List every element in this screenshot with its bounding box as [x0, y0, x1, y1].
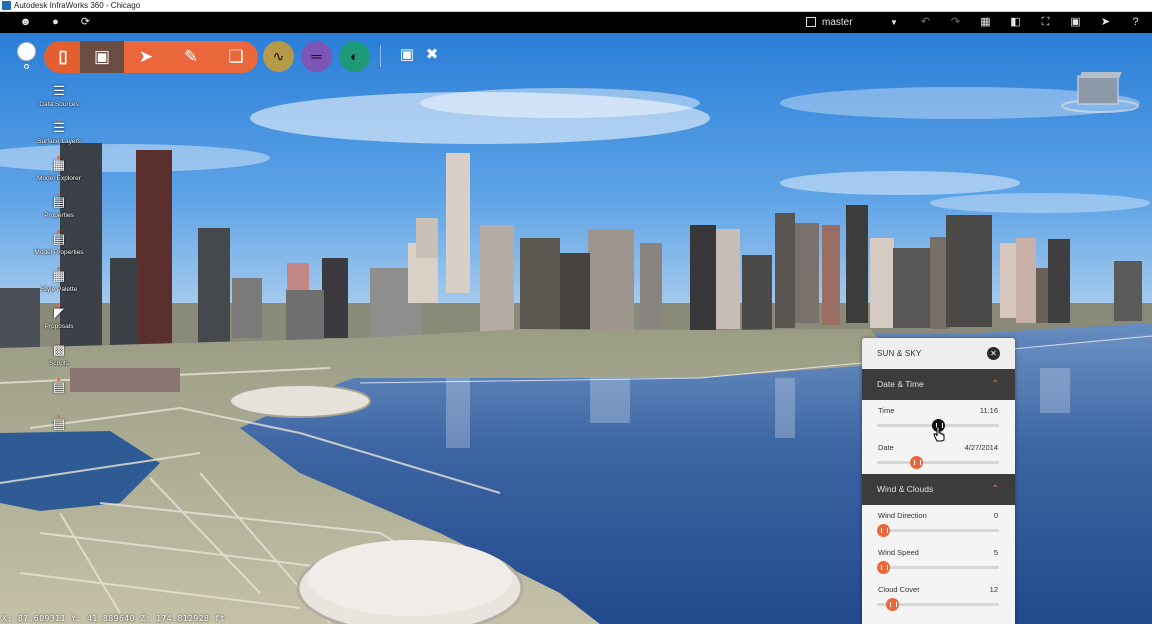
- status-dot: [57, 230, 60, 233]
- sidebar-item-label: Scripts: [49, 360, 69, 367]
- sidebar-item-generic-2[interactable]: ▤: [30, 415, 88, 449]
- select-icon[interactable]: ➤: [131, 41, 161, 73]
- fullscreen-icon[interactable]: ⛶: [1038, 15, 1053, 30]
- close-icon[interactable]: ✕: [987, 347, 1000, 360]
- globe-icon[interactable]: ●: [48, 15, 63, 30]
- status-dot: [57, 156, 60, 159]
- title-bar: Autodesk InfraWorks 360 - Chicago: [0, 0, 1152, 12]
- bridge-icon[interactable]: ═: [301, 41, 332, 72]
- branch-selector[interactable]: master ▼: [806, 15, 898, 30]
- panel-title: SUN & SKY: [877, 349, 922, 358]
- wind-speed-value: 5: [993, 548, 998, 557]
- cursor-icon[interactable]: ➤: [1098, 15, 1113, 30]
- top-toolbar: ☻ ● ⟳ master ▼ ↶ ↷ ▦ ◧ ⛶ ▣ ➤ ?: [0, 12, 1152, 33]
- date-value: 4/27/2014: [964, 443, 998, 452]
- drainage-icon[interactable]: ◐: [339, 41, 370, 72]
- map-icon[interactable]: ▦: [978, 15, 993, 30]
- home-button[interactable]: [17, 42, 36, 61]
- status-dot: [57, 415, 60, 418]
- sidebar-item-label: Model Properties: [34, 249, 84, 256]
- wind-speed-slider-thumb[interactable]: [877, 561, 891, 574]
- wind-direction-label: Wind Direction: [878, 511, 927, 520]
- help-icon[interactable]: ?: [1128, 15, 1143, 30]
- sidebar-item-label: Properties: [44, 212, 74, 219]
- sidebar-item-label: Proposals: [44, 323, 74, 330]
- sketch-icon[interactable]: ✎: [176, 41, 206, 73]
- chevron-down-icon: ▼: [890, 18, 898, 27]
- wind-direction-slider-track[interactable]: [877, 529, 999, 532]
- sidebar-item-label: Surface Layers: [37, 138, 81, 145]
- sidebar-item-model-explorer[interactable]: ▦ Model Explorer: [30, 156, 88, 190]
- branch-icon: [806, 17, 816, 27]
- cloud-cover-value: 12: [989, 585, 998, 594]
- wind-direction-row: Wind Direction 0: [862, 505, 1015, 542]
- status-dot: [57, 341, 60, 344]
- panel-header: SUN & SKY ✕: [862, 338, 1015, 369]
- status-dot: [57, 267, 60, 270]
- undo-icon[interactable]: ↶: [918, 15, 933, 30]
- app-icon: [2, 1, 11, 10]
- layers-icon[interactable]: ❏: [221, 41, 251, 73]
- sidebar-item-scripts[interactable]: ▩ Scripts: [30, 341, 88, 375]
- sidebar-item-model-properties[interactable]: ▤ Model Properties: [30, 230, 88, 264]
- cloud-cover-label: Cloud Cover: [878, 585, 920, 594]
- status-dot: [57, 378, 60, 381]
- wind-direction-slider-thumb[interactable]: [877, 524, 890, 537]
- section-label: Wind & Clouds: [877, 484, 934, 494]
- time-value: 11:16: [979, 406, 998, 415]
- toolbar-divider: [380, 45, 381, 67]
- home-indicator: [24, 64, 29, 69]
- status-dot: [57, 193, 60, 196]
- time-label: Time: [878, 406, 895, 415]
- date-slider-row: Date 4/27/2014: [862, 437, 1015, 474]
- sidebar-item-label: Style Palette: [40, 286, 78, 293]
- chevron-up-icon: ⌃: [991, 379, 1000, 390]
- coordinates-readout: X: 87.609311 Y: 41.889640 Z: 174.812928 …: [2, 614, 226, 623]
- wind-direction-value: 0: [993, 511, 998, 520]
- build-icon[interactable]: ▯: [48, 41, 78, 73]
- wind-speed-slider-track[interactable]: [877, 566, 999, 569]
- cloud-cover-row: Cloud Cover 12: [862, 579, 1015, 616]
- panel-icon[interactable]: ◧: [1008, 15, 1023, 30]
- sidebar-item-data-sources[interactable]: ☰ Data Sources: [30, 82, 88, 116]
- section-date-time[interactable]: Date & Time ⌃: [862, 369, 1015, 400]
- sync-icon[interactable]: ⟳: [78, 15, 93, 30]
- sidebar-item-properties[interactable]: ▤ Properties: [30, 193, 88, 227]
- user-icon[interactable]: ☻: [18, 15, 33, 30]
- sidebar-item-label: Data Sources: [39, 101, 79, 108]
- status-dot: [57, 304, 60, 307]
- window-title: Autodesk InfraWorks 360 - Chicago: [14, 1, 141, 10]
- roads-icon[interactable]: ∿: [263, 41, 294, 72]
- branch-label: master: [822, 17, 853, 28]
- database-icon: ☰: [53, 83, 65, 98]
- view-cube[interactable]: [1060, 72, 1140, 116]
- cloud-cover-slider-thumb[interactable]: [885, 598, 899, 611]
- sidebar-item-generic-1[interactable]: ▤: [30, 378, 88, 412]
- sidebar-item-surface-layers[interactable]: ☰ Surface Layers: [30, 119, 88, 153]
- window-icon[interactable]: ▣: [1068, 15, 1083, 30]
- wind-speed-row: Wind Speed 5: [862, 542, 1015, 579]
- present-icon[interactable]: ▣: [397, 45, 417, 65]
- sidebar-item-style-palette[interactable]: ▦ Style Palette: [30, 267, 88, 301]
- wind-speed-label: Wind Speed: [878, 548, 919, 557]
- sidebar-item-label: Model Explorer: [37, 175, 81, 182]
- sidebar-item-proposals[interactable]: ◤ Proposals: [30, 304, 88, 338]
- date-slider-thumb[interactable]: [910, 456, 924, 469]
- redo-icon[interactable]: ↷: [948, 15, 963, 30]
- date-label: Date: [878, 443, 894, 452]
- settings-icon[interactable]: ✖: [422, 45, 442, 65]
- section-label: Date & Time: [877, 379, 924, 389]
- status-dot: [57, 119, 60, 122]
- date-slider-track[interactable]: [877, 461, 999, 464]
- section-wind-clouds[interactable]: Wind & Clouds ⌃: [862, 474, 1015, 505]
- sun-sky-panel: SUN & SKY ✕ Date & Time ⌃ Time 11:16 Dat…: [862, 338, 1015, 624]
- design-icon[interactable]: ▣: [87, 41, 117, 73]
- hand-cursor-icon: [933, 426, 945, 442]
- chevron-up-icon: ⌃: [991, 484, 1000, 495]
